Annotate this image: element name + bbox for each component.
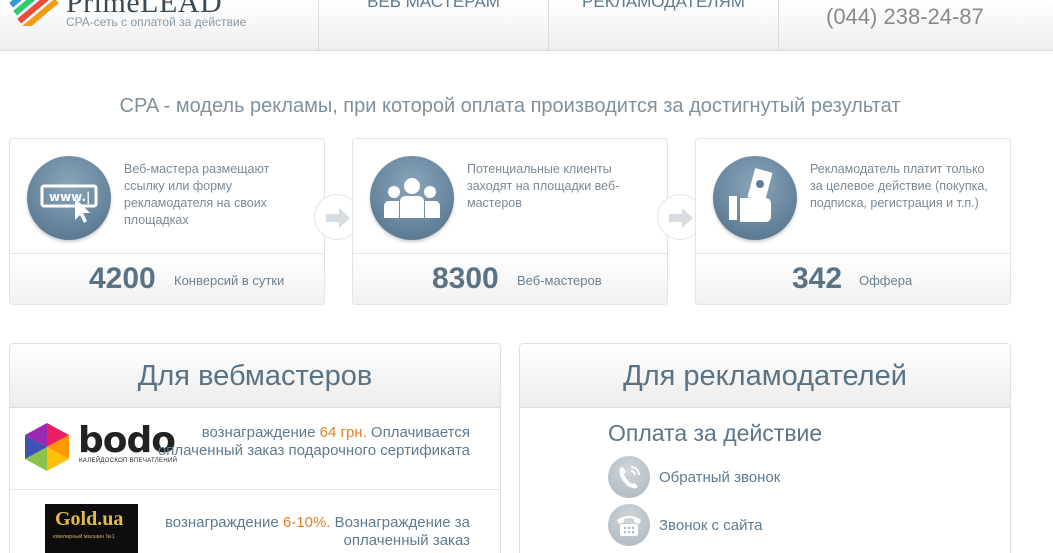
- pay-item-label[interactable]: Звонок с сайта: [659, 517, 763, 534]
- offer-prefix: вознаграждение: [201, 424, 320, 441]
- pay-item-callback[interactable]: Обратный звонок: [608, 456, 988, 498]
- people-group-icon: [370, 156, 454, 240]
- step-card-webmasters: www.| Веб-мастера размещают ссылку или ф…: [9, 138, 325, 305]
- offer-item[interactable]: bodo КАЛЕЙДОСКОП ВПЕЧАТЛЕНИЙ вознагражде…: [10, 408, 500, 490]
- offer-reward: 6-10%.: [282, 514, 331, 531]
- step-stat: 342 Оффера: [696, 253, 1010, 304]
- page-tagline: CPA - модель рекламы, при которой оплата…: [119, 95, 901, 117]
- gold-logo: Gold.ua ювелирный магазин №1: [45, 504, 138, 553]
- step-text: Потенциальные клиенты заходят на площадк…: [467, 162, 620, 210]
- offer-prefix: вознаграждение: [165, 514, 283, 531]
- money-hand-icon: [713, 156, 797, 240]
- stat-value: 4200: [89, 262, 156, 295]
- step-card-advertiser: Рекламодатель платит только за целевое д…: [695, 138, 1011, 305]
- site-header: PrimeLEAD CPA-сеть с оплатой за действие…: [0, 0, 1053, 51]
- pay-subtitle: Оплата за действие: [608, 420, 823, 446]
- nav-webmasters-label[interactable]: ВЕБ МАСТЕРАМ: [319, 0, 548, 10]
- step-stat: 8300 Веб-мастеров: [353, 253, 667, 304]
- bodo-hexagon-icon: [25, 423, 69, 471]
- step-stat: 4200 Конверсий в сутки: [10, 253, 324, 304]
- phone-number: (044) 238-24-87: [826, 4, 984, 29]
- panel-title: Для вебмастеров: [10, 344, 500, 408]
- offer-description: вознаграждение 64 грн. Оплачивается опла…: [150, 424, 470, 460]
- advertisers-panel: Для рекламодателей Оплата за действие Об…: [519, 343, 1011, 553]
- offer-item[interactable]: Gold.ua ювелирный магазин №1 вознагражде…: [10, 490, 500, 553]
- brand-tagline: CPA-сеть с оплатой за действие: [66, 15, 247, 29]
- offer-logo-subtext: ювелирный магазин №1: [53, 534, 115, 540]
- step-text: Веб-мастера размещают ссылку или форму р…: [124, 162, 270, 227]
- pay-item-label[interactable]: Обратный звонок: [659, 469, 780, 486]
- offer-logo-text: Gold.ua: [55, 508, 124, 530]
- step-text: Рекламодатель платит только за целевое д…: [810, 162, 988, 210]
- svg-text:www.|: www.|: [49, 190, 90, 204]
- nav-advertisers-label[interactable]: РЕКЛАМОДАТЕЛЯМ: [549, 0, 778, 10]
- stat-label: Веб-мастеров: [517, 273, 602, 288]
- pay-item-site-call[interactable]: Звонок с сайта: [608, 504, 988, 546]
- panel-title: Для рекламодателей: [520, 344, 1010, 408]
- offer-description: вознаграждение 6-10%. Вознаграждение за …: [150, 514, 470, 550]
- offer-suffix: Вознаграждение за оплаченный заказ: [330, 514, 470, 549]
- offer-reward: 64 грн.: [319, 424, 367, 441]
- phone-box: (044) 238-24-87: [778, 0, 1053, 51]
- callback-phone-icon: [608, 456, 650, 498]
- step-card-clients: Потенциальные клиенты заходят на площадк…: [352, 138, 668, 305]
- logo-stripes-icon[interactable]: [8, 0, 64, 26]
- stat-value: 8300: [432, 262, 499, 295]
- nav-advertisers[interactable]: РЕКЛАМОДАТЕЛЯМ: [548, 0, 778, 51]
- nav-webmasters[interactable]: ВЕБ МАСТЕРАМ: [318, 0, 548, 51]
- www-cursor-icon: www.|: [27, 156, 111, 240]
- webmasters-panel: Для вебмастеров bodo КАЛЕЙДОСКОП ВПЕЧАТЛ…: [9, 343, 501, 553]
- stat-label: Конверсий в сутки: [174, 273, 285, 288]
- stat-label: Оффера: [859, 273, 913, 288]
- stat-value: 342: [792, 262, 843, 295]
- desk-phone-icon: [608, 504, 650, 546]
